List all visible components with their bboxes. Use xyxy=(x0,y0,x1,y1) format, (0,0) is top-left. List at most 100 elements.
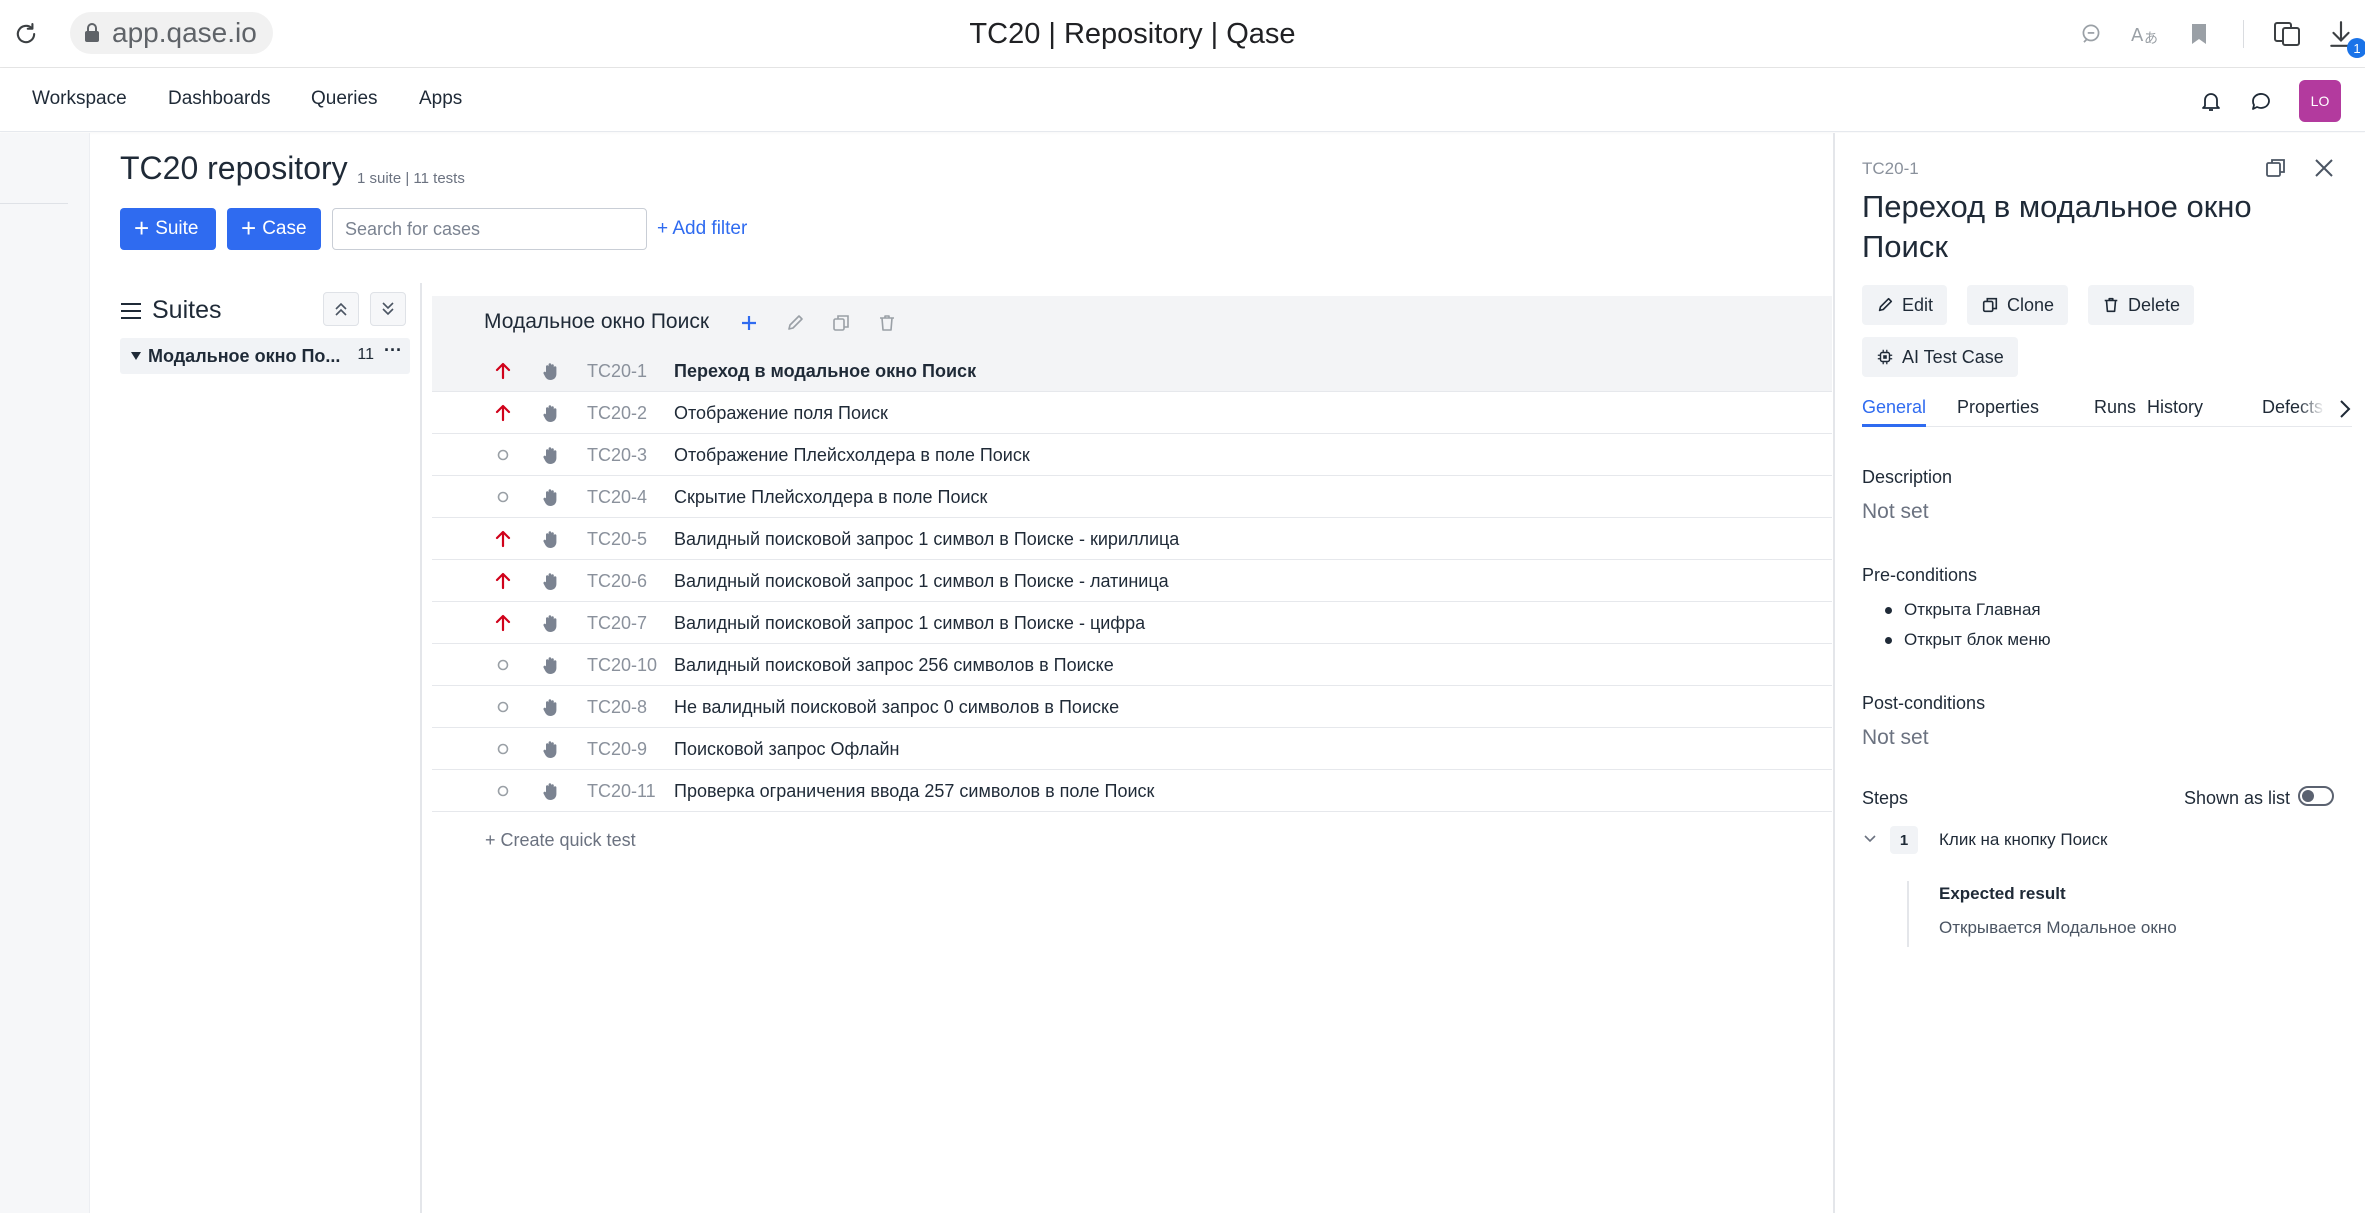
trash-icon xyxy=(2102,296,2120,314)
postconditions-value: Not set xyxy=(1862,726,1929,749)
suite-tree-item[interactable]: Модальное окно По... 11 ··· xyxy=(120,338,410,374)
add-filter-link[interactable]: + Add filter xyxy=(657,218,747,240)
plus-icon[interactable] xyxy=(736,310,762,336)
case-title[interactable]: Не валидный поисковой запрос 0 символов … xyxy=(674,697,1119,718)
create-quick-test-link[interactable]: + Create quick test xyxy=(485,830,636,851)
priority-high-icon xyxy=(494,572,512,590)
bell-icon[interactable] xyxy=(2199,89,2223,113)
step-number: 1 xyxy=(1890,826,1918,854)
nav-queries[interactable]: Queries xyxy=(311,88,378,110)
manual-hand-icon xyxy=(540,738,562,760)
panel-divider[interactable] xyxy=(420,283,422,1213)
case-id: TC20-6 xyxy=(587,571,648,591)
expand-all-button[interactable] xyxy=(370,292,406,326)
pencil-icon[interactable] xyxy=(782,310,808,336)
suite-title: Модальное окно Поиск xyxy=(484,310,710,333)
sidebar-divider xyxy=(0,203,68,204)
nav-apps[interactable]: Apps xyxy=(419,88,462,110)
translate-icon[interactable]: Aあ xyxy=(2125,14,2165,54)
chevron-down-icon[interactable] xyxy=(1863,833,1877,845)
case-title[interactable]: Поисковой запрос Офлайн xyxy=(674,739,899,760)
collapse-all-button[interactable] xyxy=(323,292,359,326)
expected-result-label: Expected result xyxy=(1939,884,2066,903)
case-title[interactable]: Валидный поисковой запрос 1 символ в Пои… xyxy=(674,529,1179,550)
edit-button[interactable]: Edit xyxy=(1862,285,1948,325)
toolbar-separator xyxy=(2233,14,2253,54)
repository-title: TC20 repository xyxy=(120,150,348,186)
priority-none-icon xyxy=(494,656,512,674)
case-title[interactable]: Переход в модальное окно Поиск xyxy=(674,361,976,382)
table-row[interactable]: TC20-1 Переход в модальное окно Поиск xyxy=(432,350,1832,392)
table-row[interactable]: TC20-2 Отображение поля Поиск xyxy=(432,392,1832,434)
add-case-label: Case xyxy=(262,218,307,239)
table-row[interactable]: TC20-5 Валидный поисковой запрос 1 символ… xyxy=(432,518,1832,560)
caret-down-icon[interactable] xyxy=(130,351,142,361)
avatar[interactable]: LO xyxy=(2299,80,2341,122)
manual-hand-icon xyxy=(540,612,562,634)
nav-dashboards[interactable]: Dashboards xyxy=(168,88,270,110)
open-in-new-window-icon[interactable] xyxy=(2261,153,2291,183)
suites-heading: Suites xyxy=(120,296,221,325)
precondition-text: Открыт блок меню xyxy=(1904,630,2051,649)
nav-workspace[interactable]: Workspace xyxy=(32,88,127,110)
priority-none-icon xyxy=(494,740,512,758)
more-icon[interactable]: ··· xyxy=(384,340,402,361)
browser-toolbar: app.qase.io TC20 | Repository | Qase Aあ … xyxy=(0,0,2365,68)
bullet-icon xyxy=(1885,606,1892,614)
bookmark-icon[interactable] xyxy=(2179,14,2219,54)
find-icon[interactable] xyxy=(2071,14,2111,54)
expected-result-bar xyxy=(1907,881,1909,947)
page-title: TC20 | Repository | Qase xyxy=(969,18,1296,50)
preconditions-label: Pre-conditions xyxy=(1862,565,1978,585)
suite-header: Модальное окно Поиск xyxy=(432,296,1832,350)
case-id: TC20-9 xyxy=(587,739,648,759)
chat-icon[interactable] xyxy=(2249,89,2273,113)
table-row[interactable]: TC20-7 Валидный поисковой запрос 1 символ… xyxy=(432,602,1832,644)
add-suite-label: Suite xyxy=(155,218,199,239)
delete-button[interactable]: Delete xyxy=(2088,285,2195,325)
collections-icon[interactable] xyxy=(2267,14,2307,54)
table-row[interactable]: TC20-4 Скрытие Плейсхолдера в поле Поиск xyxy=(432,476,1832,518)
manual-hand-icon xyxy=(540,654,562,676)
case-id: TC20-5 xyxy=(587,529,648,549)
add-case-button[interactable]: + Case xyxy=(227,208,321,250)
table-row[interactable]: TC20-6 Валидный поисковой запрос 1 символ… xyxy=(432,560,1832,602)
case-title[interactable]: Отображение Плейсхолдера в поле Поиск xyxy=(674,445,1030,466)
toggle-knob xyxy=(2302,790,2314,802)
case-title[interactable]: Валидный поисковой запрос 1 символ в Пои… xyxy=(674,571,1169,592)
manual-hand-icon xyxy=(540,444,562,466)
svg-text:あ: あ xyxy=(2144,31,2158,47)
copy-icon[interactable] xyxy=(828,310,854,336)
trash-icon[interactable] xyxy=(874,310,900,336)
shown-as-list-toggle[interactable] xyxy=(2298,786,2334,806)
case-id: TC20-4 xyxy=(587,487,648,507)
manual-hand-icon xyxy=(540,486,562,508)
active-tab-indicator xyxy=(1862,424,1926,427)
case-title[interactable]: Скрытие Плейсхолдера в поле Поиск xyxy=(674,487,987,508)
precondition-item: Открыта Главная xyxy=(1885,600,2041,620)
case-title[interactable]: Валидный поисковой запрос 256 символов в… xyxy=(674,655,1114,676)
case-title[interactable]: Отображение поля Поиск xyxy=(674,403,888,424)
table-row[interactable]: TC20-3 Отображение Плейсхолдера в поле По… xyxy=(432,434,1832,476)
add-suite-button[interactable]: + Suite xyxy=(120,208,216,250)
search-input[interactable] xyxy=(332,208,647,250)
case-title[interactable]: Валидный поисковой запрос 1 символ в Пои… xyxy=(674,613,1145,634)
table-row[interactable]: TC20-9 Поисковой запрос Офлайн xyxy=(432,728,1832,770)
tab-properties[interactable]: Properties xyxy=(1957,397,2039,418)
suite-tree-label: Модальное окно По... xyxy=(148,345,341,366)
tabs-scroll-right[interactable] xyxy=(2298,393,2352,425)
precondition-text: Открыта Главная xyxy=(1904,600,2041,619)
suite-tree-count: 11 xyxy=(357,346,374,363)
download-icon[interactable]: 1 xyxy=(2321,14,2365,58)
ai-test-case-button[interactable]: AI Test Case xyxy=(1862,337,2018,377)
close-icon[interactable] xyxy=(2309,153,2339,183)
case-id: TC20-8 xyxy=(587,697,648,717)
table-row[interactable]: TC20-8 Не валидный поисковой запрос 0 сим… xyxy=(432,686,1832,728)
clone-button[interactable]: Clone xyxy=(1967,285,2069,325)
table-row[interactable]: TC20-10 Валидный поисковой запрос 256 сим… xyxy=(432,644,1832,686)
tab-general[interactable]: General xyxy=(1862,397,1926,418)
tab-history[interactable]: History xyxy=(2147,397,2203,418)
case-title[interactable]: Проверка ограничения ввода 257 символов … xyxy=(674,781,1154,802)
tab-runs[interactable]: Runs xyxy=(2094,397,2136,418)
table-row[interactable]: TC20-11 Проверка ограничения ввода 257 си… xyxy=(432,770,1832,812)
